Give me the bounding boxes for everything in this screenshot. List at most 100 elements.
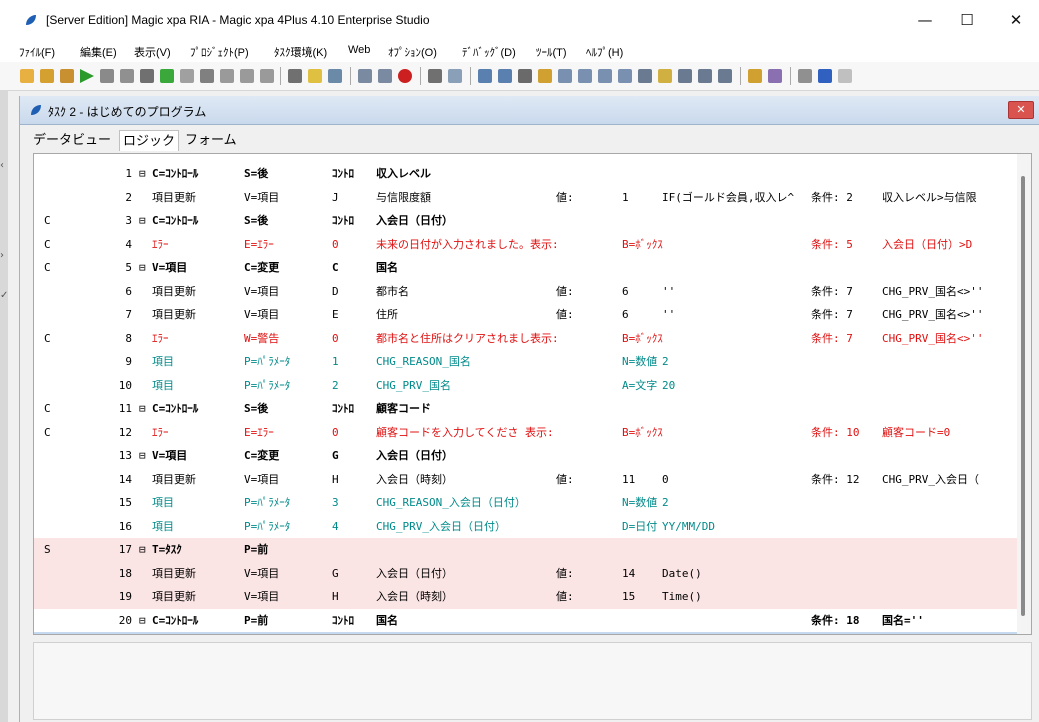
logic-row[interactable]: 6 項目更新 V=項目 D 都市名 値: 6 '' 条件: 7 CHG_PRV_国名<>'' <box>34 280 1031 304</box>
logic-row[interactable]: C 4 ｴﾗｰ E=ｴﾗｰ 0 未来の日付が入力されました。表示: B=ﾎﾞｯｸｽ 条件: … <box>34 233 1031 257</box>
settings-icon[interactable] <box>288 69 302 83</box>
menus-icon[interactable] <box>598 69 612 83</box>
stop-circle-icon[interactable] <box>398 69 412 83</box>
sort-icon[interactable] <box>358 69 372 83</box>
helps-icon[interactable] <box>558 69 572 83</box>
logic-row[interactable]: 2 項目更新 V=項目 J 与信限度額 値: 1 IF(ゴールド会員,収入レ^ 条件: 2 収入… <box>34 186 1031 210</box>
logic-row[interactable]: 10 項目 P=ﾊﾟﾗﾒｰﾀ 2 CHG_PRV_国名 A=文字 20 <box>34 374 1031 398</box>
export-icon[interactable] <box>658 69 672 83</box>
new-icon[interactable] <box>20 69 34 83</box>
maximize-button[interactable]: ☐ <box>944 6 990 34</box>
logic-row[interactable]: C 3 ⊟ C=ｺﾝﾄﾛｰﾙ S=後 ｺﾝﾄﾛ 入会日（日付） <box>34 209 1031 233</box>
user-icon[interactable] <box>538 69 552 83</box>
pause-icon[interactable] <box>200 69 214 83</box>
row-sub: S=後 <box>244 167 269 180</box>
users-icon[interactable] <box>748 69 762 83</box>
menu-options[interactable]: ｵﾌﾟｼｮﾝ(O) <box>388 44 437 60</box>
collapse-left-icon[interactable]: ‹ <box>0 160 4 171</box>
menu-edit[interactable]: 編集(E) <box>80 44 117 60</box>
logic-row[interactable]: 7 項目更新 V=項目 E 住所 値: 6 '' 条件: 7 CHG_PRV_国名<>'' <box>34 303 1031 327</box>
row-sub: V=項目 <box>244 566 280 580</box>
logic-row[interactable]: C 5 ⊟ V=項目 C=変更 C 国名 <box>34 256 1031 280</box>
tree-toggle-icon[interactable]: ⊟ <box>139 397 146 421</box>
menu-web[interactable]: Web <box>348 44 370 56</box>
logic-row[interactable]: 21 ▮項目更新 V=項目 C 国名 値: 19 '日本' 条件: Yes <box>34 632 1031 634</box>
model-icon[interactable] <box>518 69 532 83</box>
task-close-button[interactable]: ✕ <box>1008 101 1034 119</box>
scrollbar-thumb[interactable] <box>1021 176 1025 616</box>
tree-toggle-icon[interactable]: ⊟ <box>139 609 146 633</box>
plugin-icon[interactable] <box>818 69 832 83</box>
tool-icon[interactable] <box>838 69 852 83</box>
row-expr: CHG_PRV_国名<>'' <box>882 308 984 321</box>
edit-icon[interactable] <box>678 69 692 83</box>
menu-help[interactable]: ﾍﾙﾌﾟ(H) <box>586 44 623 60</box>
components-icon[interactable] <box>638 69 652 83</box>
logic-row[interactable]: 14 項目更新 V=項目 H 入会日（時刻） 値: 11 0 条件: 12 CHG_PRV_入会… <box>34 468 1031 492</box>
open-icon[interactable] <box>40 69 54 83</box>
run-task-icon[interactable] <box>100 69 114 83</box>
vertical-scrollbar[interactable] <box>1017 154 1031 634</box>
logic-row[interactable]: C 12 ｴﾗｰ E=ｴﾗｰ 0 顧客コードを入力してくださ 表示: B=ﾎﾞｯｸｽ 条件:… <box>34 421 1031 445</box>
menu-task-env[interactable]: ﾀｽｸ環境(K) <box>274 44 327 60</box>
tab-data-view[interactable]: データビュー <box>30 130 114 150</box>
step-out-icon[interactable] <box>260 69 274 83</box>
menu-project[interactable]: ﾌﾟﾛｼﾞｪｸﾄ(P) <box>190 44 249 60</box>
logic-row[interactable]: C 11 ⊟ C=ｺﾝﾄﾛｰﾙ S=後 ｺﾝﾄﾛ 顧客コード <box>34 397 1031 421</box>
menu-file[interactable]: ﾌｧｲﾙ(F) <box>19 44 55 60</box>
debug-icon[interactable] <box>180 69 194 83</box>
expression-pane[interactable] <box>33 642 1032 720</box>
run-program-icon[interactable] <box>120 69 134 83</box>
tree-toggle-icon[interactable]: ⊟ <box>139 162 146 186</box>
logic-row[interactable]: 1 ⊟ C=ｺﾝﾄﾛｰﾙ S=後 ｺﾝﾄﾛ 収入レベル <box>34 162 1031 186</box>
tree-toggle-icon[interactable]: ⊟ <box>139 256 146 280</box>
logic-row[interactable]: 15 項目 P=ﾊﾟﾗﾒｰﾀ 3 CHG_REASON_入会日（日付） N=数値 2 <box>34 491 1031 515</box>
minimize-button[interactable]: — <box>902 6 948 34</box>
expand-right-icon[interactable]: › <box>0 250 4 261</box>
form-icon[interactable] <box>478 69 492 83</box>
run-icon[interactable] <box>80 69 94 83</box>
checklist-icon[interactable] <box>768 69 782 83</box>
row-desc: 国名 <box>376 261 398 274</box>
tree-toggle-icon[interactable]: ⊟ <box>139 209 146 233</box>
chart-icon[interactable] <box>328 69 342 83</box>
tab-form[interactable]: フォーム <box>182 130 240 150</box>
step-icon[interactable] <box>220 69 234 83</box>
logic-row[interactable]: 19 項目更新 V=項目 H 入会日（時刻） 値: 15 Time() <box>34 585 1031 609</box>
tree-toggle-icon[interactable]: ⊟ <box>139 538 146 562</box>
tab-logic[interactable]: ロジック <box>119 130 180 151</box>
menu-view[interactable]: 表示(V) <box>134 44 171 60</box>
stop-icon[interactable] <box>140 69 154 83</box>
tree-toggle-icon[interactable]: ⊟ <box>139 444 146 468</box>
android-icon[interactable] <box>160 69 174 83</box>
toolbar-separator <box>790 67 791 85</box>
clipboard-icon[interactable] <box>718 69 732 83</box>
menu-debug[interactable]: ﾃﾞﾊﾞｯｸﾞ(D) <box>462 44 516 60</box>
step-into-icon[interactable] <box>240 69 254 83</box>
logic-row[interactable]: 9 項目 P=ﾊﾟﾗﾒｰﾀ 1 CHG_REASON_国名 N=数値 2 <box>34 350 1031 374</box>
gear-icon[interactable] <box>798 69 812 83</box>
events-icon[interactable] <box>618 69 632 83</box>
wizard-icon[interactable] <box>308 69 322 83</box>
logic-row[interactable]: 16 項目 P=ﾊﾟﾗﾒｰﾀ 4 CHG_PRV_入会日（日付） D=日付 YY/MM/… <box>34 515 1031 539</box>
logic-editor[interactable]: 1 ⊟ C=ｺﾝﾄﾛｰﾙ S=後 ｺﾝﾄﾛ 収入レベル 2 項目更新 V=項目 J 与信限度額 値:… <box>33 153 1032 635</box>
filter-icon[interactable] <box>378 69 392 83</box>
document-icon[interactable] <box>698 69 712 83</box>
table-icon[interactable] <box>448 69 462 83</box>
logic-row[interactable]: S 17 ⊟ T=ﾀｽｸ P=前 <box>34 538 1031 562</box>
logic-row[interactable]: 13 ⊟ V=項目 C=変更 G 入会日（日付） <box>34 444 1031 468</box>
row-type: ｴﾗｰ <box>152 237 169 251</box>
rights-icon[interactable] <box>578 69 592 83</box>
row-desc: CHG_REASON_国名 <box>376 355 471 368</box>
open-project-icon[interactable] <box>60 69 74 83</box>
row-desc: 都市名 <box>376 284 409 298</box>
find-icon[interactable] <box>428 69 442 83</box>
logic-row[interactable]: C 8 ｴﾗｰ W=警告 0 都市名と住所はクリアされまし表示: B=ﾎﾞｯｸｽ 条件: 7… <box>34 327 1031 351</box>
forms-icon[interactable] <box>498 69 512 83</box>
row-num: 19 <box>118 590 132 603</box>
logic-row[interactable]: 20 ⊟ C=ｺﾝﾄﾛｰﾙ P=前 ｺﾝﾄﾛ 国名 条件: 18 国名='' <box>34 609 1031 633</box>
logic-row[interactable]: 18 項目更新 V=項目 G 入会日（日付） 値: 14 Date() <box>34 561 1031 585</box>
menu-tools[interactable]: ﾂｰﾙ(T) <box>536 44 567 60</box>
row-type: C=ｺﾝﾄﾛｰﾙ <box>152 613 199 627</box>
close-button[interactable]: ✕ <box>993 6 1039 34</box>
